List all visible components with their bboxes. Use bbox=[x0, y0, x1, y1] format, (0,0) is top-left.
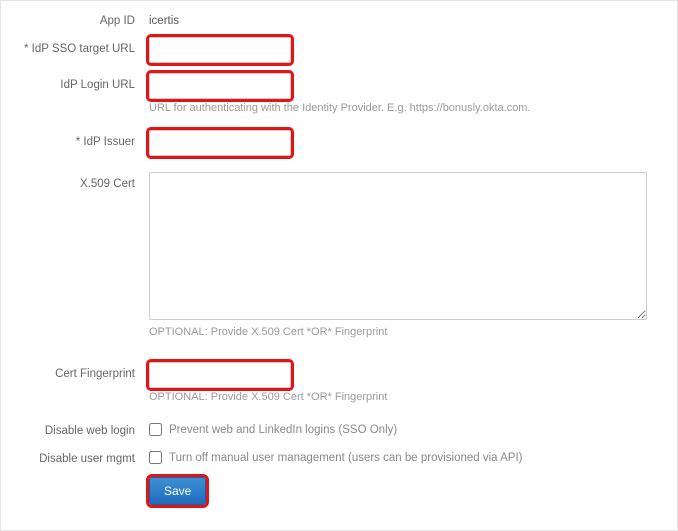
disable-web-checkbox[interactable] bbox=[149, 423, 162, 436]
x509-help: OPTIONAL: Provide X.509 Cert *OR* Finger… bbox=[149, 326, 659, 338]
sso-target-label: * IdP SSO target URL bbox=[19, 37, 149, 55]
x509-input[interactable] bbox=[149, 172, 647, 320]
save-button[interactable]: Save bbox=[149, 477, 206, 505]
disable-mgmt-label: Disable user mgmt bbox=[19, 447, 149, 465]
x509-label: X.509 Cert bbox=[19, 172, 149, 190]
disable-web-label: Disable web login bbox=[19, 419, 149, 437]
fingerprint-label: Cert Fingerprint bbox=[19, 362, 149, 380]
disable-mgmt-checkbox[interactable] bbox=[149, 451, 162, 464]
fingerprint-help: OPTIONAL: Provide X.509 Cert *OR* Finger… bbox=[149, 391, 659, 403]
fingerprint-input[interactable] bbox=[149, 362, 291, 388]
app-id-value: icertis bbox=[149, 9, 659, 27]
login-url-help: URL for authenticating with the Identity… bbox=[149, 102, 659, 114]
sso-target-input[interactable] bbox=[149, 37, 291, 63]
disable-mgmt-checkbox-label: Turn off manual user management (users c… bbox=[169, 452, 523, 464]
issuer-label: * IdP Issuer bbox=[19, 130, 149, 148]
issuer-input[interactable] bbox=[149, 130, 291, 156]
app-id-label: App ID bbox=[19, 9, 149, 27]
login-url-label: IdP Login URL bbox=[19, 73, 149, 91]
login-url-input[interactable] bbox=[149, 73, 291, 99]
disable-web-checkbox-label: Prevent web and LinkedIn logins (SSO Onl… bbox=[169, 424, 397, 436]
